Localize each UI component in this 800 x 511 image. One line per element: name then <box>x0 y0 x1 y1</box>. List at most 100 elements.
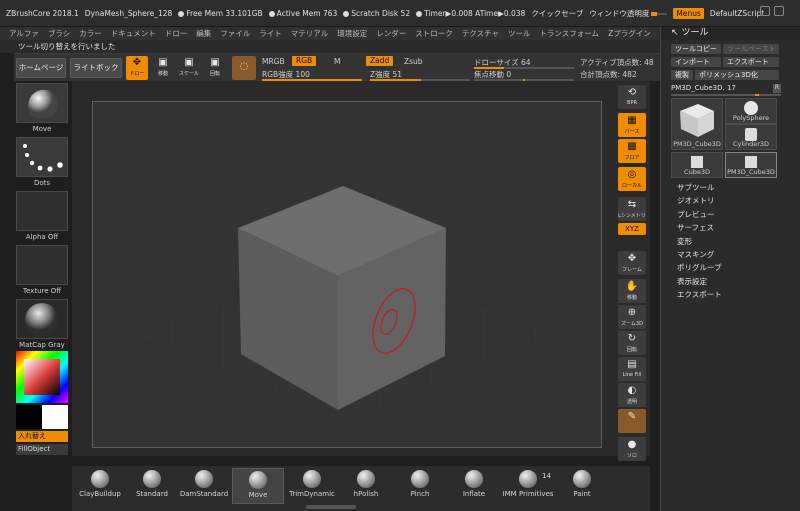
tool-subpalette-item[interactable]: 変形 <box>677 236 692 247</box>
document-canvas[interactable] <box>92 101 602 448</box>
brush-button[interactable]: ClayBuildup <box>74 468 126 504</box>
tool-subpalette-item[interactable]: マスキング <box>677 249 714 260</box>
tool-tile-polysphere[interactable]: PolySphere <box>725 98 777 124</box>
color-picker[interactable] <box>16 351 68 403</box>
menu-item[interactable]: ツール <box>508 28 531 39</box>
mrgb-label[interactable]: MRGB <box>262 57 285 66</box>
tool-paste-button[interactable]: ツールペースト <box>723 44 779 54</box>
brush-button[interactable]: Pinch <box>394 468 446 504</box>
menu-item[interactable]: ライト <box>259 28 282 39</box>
imm-count: 14 <box>542 472 551 480</box>
view-control-button[interactable]: ◎ ローカル <box>618 167 646 191</box>
alpha-thumbnail[interactable] <box>16 191 68 231</box>
transparency-slider-track[interactable] <box>651 11 668 16</box>
tool-palette-header[interactable]: ↖ ツール <box>661 27 800 40</box>
brush-button[interactable]: IMM Primitives 14 <box>502 468 554 504</box>
menu-item[interactable]: ストローク <box>415 28 453 39</box>
tool-subpalette-item[interactable]: ポリグループ <box>677 262 722 273</box>
menu-item[interactable]: ドキュメント <box>111 28 156 39</box>
brush-button[interactable]: DamStandard <box>178 468 230 504</box>
zadd-toggle[interactable]: Zadd <box>366 56 394 66</box>
swap-colors-button[interactable]: 入れ替え <box>16 431 68 442</box>
scale-mode-button[interactable]: ▣ スケール <box>178 56 200 80</box>
menu-item[interactable]: ドロー <box>165 28 188 39</box>
view-control-button[interactable]: XYZ <box>618 223 646 235</box>
tool-subpalette-item[interactable]: サブツール <box>677 182 715 193</box>
maximize-icon[interactable] <box>774 6 784 16</box>
menu-item[interactable]: アルファ <box>9 28 39 39</box>
texture-thumbnail[interactable] <box>16 245 68 285</box>
refresh-button[interactable]: R <box>773 84 781 93</box>
tool-slider-track[interactable] <box>671 94 781 96</box>
brush-thumbnail[interactable] <box>16 83 68 123</box>
tool-tile-cube[interactable]: Cube3D <box>671 152 723 178</box>
material-swatch[interactable]: ◌ <box>232 56 256 80</box>
tool-subpalette-item[interactable]: プレビュー <box>677 209 715 220</box>
view-control-button[interactable]: ▦ パース <box>618 113 646 137</box>
view-control-button[interactable]: ✎ <box>618 409 646 433</box>
menu-item[interactable]: テクスチャ <box>462 28 499 39</box>
zsub-toggle[interactable]: Zsub <box>404 57 423 66</box>
tool-tile-pm3d-cube-2[interactable]: PM3D_Cube3D <box>725 152 777 178</box>
brush-button[interactable]: Move <box>232 468 284 504</box>
tool-subpalette-item[interactable]: エクスポート <box>677 289 722 300</box>
menu-item[interactable]: ファイル <box>220 28 250 39</box>
tool-copy-button[interactable]: ツールコピー <box>671 44 721 54</box>
tool-subpalette-item[interactable]: ジオメトリ <box>677 195 715 206</box>
tool-subpalette-item[interactable]: サーフェス <box>677 222 714 233</box>
menu-item[interactable]: レンダー <box>376 28 406 39</box>
view-control-button[interactable]: ↻ 回転 <box>618 331 646 355</box>
lightbox-button[interactable]: ライトボックス <box>70 58 122 90</box>
homepage-button[interactable]: ホームページ <box>16 58 66 78</box>
menu-item[interactable]: マテリアル <box>291 28 328 39</box>
menu-item[interactable]: 編集 <box>196 28 211 39</box>
brush-button[interactable]: Inflate <box>448 468 500 504</box>
view-control-button[interactable]: ✋ 移動 <box>618 279 646 303</box>
tool-subpalette-item[interactable]: 表示設定 <box>677 276 707 287</box>
view-control-button[interactable]: ✥ フレーム <box>618 251 646 275</box>
view-control-button[interactable]: ⊕ ズーム3D <box>618 305 646 329</box>
stroke-thumbnail[interactable] <box>16 137 68 177</box>
view-control-button[interactable]: ⇆ Lシンメトリ <box>618 197 646 221</box>
menu-item[interactable]: ブラシ <box>48 28 70 39</box>
tool-tile-cylinder[interactable]: Cylinder3D <box>725 124 777 150</box>
memory-dot-icon <box>268 10 275 17</box>
menu-item[interactable]: カラー <box>79 28 102 39</box>
window-controls <box>760 6 796 20</box>
brush-button[interactable]: hPolish <box>340 468 392 504</box>
move-mode-button[interactable]: ▣ 移動 <box>152 56 174 80</box>
clone-button[interactable]: 複製 <box>671 70 693 80</box>
scratch-disk: Scratch Disk 52 <box>343 9 410 18</box>
tool-tile-pm3d-cube[interactable]: PM3D_Cube3D <box>671 98 723 150</box>
rgb-toggle[interactable]: RGB <box>292 56 317 66</box>
menu-item[interactable]: トランスフォーム <box>539 28 599 39</box>
brush-button[interactable]: Paint <box>556 468 608 504</box>
export-button[interactable]: エクスポート <box>723 57 779 67</box>
shelf-scroll-handle[interactable] <box>306 505 356 509</box>
menus-toggle[interactable]: Menus <box>673 7 704 19</box>
brush-button[interactable]: Standard <box>126 468 178 504</box>
menu-item[interactable]: 環境設定 <box>337 28 367 39</box>
zscript-button[interactable]: DefaultZScript <box>710 9 764 18</box>
view-control-button[interactable]: ● ソロ <box>618 437 646 461</box>
secondary-color-swatch[interactable] <box>16 405 42 429</box>
view-control-button[interactable]: ▤ Line Fill <box>618 357 646 381</box>
m-toggle[interactable]: M <box>334 57 340 66</box>
transparency-slider[interactable]: ウィンドウ透明度 <box>589 8 668 19</box>
menu-item[interactable]: Zプラグイン <box>608 28 651 39</box>
primary-color-swatch[interactable] <box>42 405 68 429</box>
view-control-label: BPR <box>627 100 637 106</box>
view-control-button[interactable]: ⟲ BPR <box>618 85 646 109</box>
rotate-mode-button[interactable]: ▣ 回転 <box>204 56 226 80</box>
viewport-scene[interactable] <box>93 102 602 448</box>
brush-button[interactable]: TrimDynamic <box>286 468 338 504</box>
material-thumbnail[interactable] <box>16 299 68 339</box>
quicksave-button[interactable]: クイックセーブ <box>531 8 583 19</box>
draw-mode-button[interactable]: ✥ ドロー <box>126 56 148 80</box>
minimize-icon[interactable] <box>760 6 770 16</box>
view-control-button[interactable]: ◐ 透明 <box>618 383 646 407</box>
view-control-button[interactable]: ▩ フロア <box>618 139 646 163</box>
fill-object-button[interactable]: FillObject <box>16 444 68 455</box>
make-polymesh-button[interactable]: ポリメッシュ3D化 <box>695 70 779 80</box>
import-button[interactable]: インポート <box>671 57 721 67</box>
